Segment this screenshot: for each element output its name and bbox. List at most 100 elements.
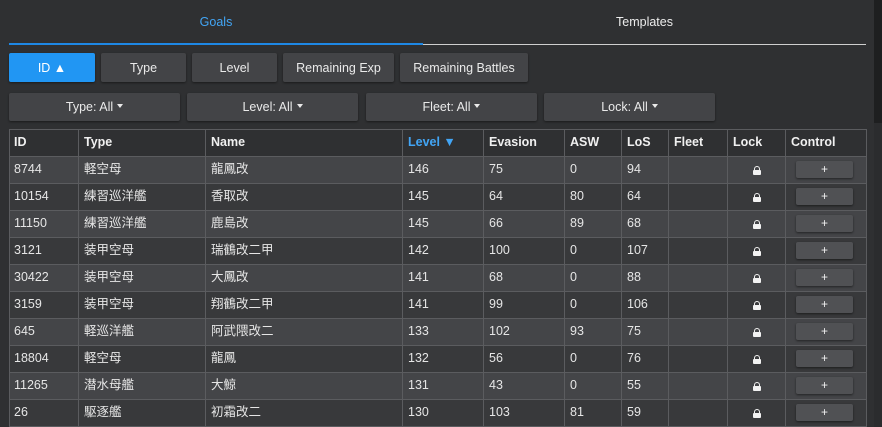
lock-icon bbox=[752, 246, 761, 256]
add-goal-button[interactable]: + bbox=[796, 215, 853, 232]
fleet-filter-dropdown[interactable]: Fleet: All bbox=[366, 93, 537, 121]
type-filter-label: Type: All bbox=[65, 100, 114, 114]
add-goal-button[interactable]: + bbox=[796, 350, 853, 367]
table-row: 11265 潜水母艦 大鯨 131 43 0 55 + bbox=[9, 372, 867, 399]
sort-id-button[interactable]: ID ▲ bbox=[9, 53, 95, 82]
ship-control: + bbox=[785, 264, 867, 291]
col-header-evasion[interactable]: Evasion bbox=[483, 129, 564, 156]
caret-down-icon bbox=[117, 104, 124, 108]
ship-los: 106 bbox=[621, 291, 668, 318]
col-header-id[interactable]: ID bbox=[9, 129, 78, 156]
add-goal-button[interactable]: + bbox=[796, 296, 853, 313]
ship-evasion: 100 bbox=[483, 237, 564, 264]
lock-icon bbox=[752, 408, 761, 418]
ship-asw: 93 bbox=[564, 318, 621, 345]
ship-asw: 0 bbox=[564, 156, 621, 183]
col-header-control[interactable]: Control bbox=[785, 129, 867, 156]
ship-id: 30422 bbox=[14, 270, 49, 284]
ship-id: 645 bbox=[14, 324, 35, 338]
ship-fleet bbox=[668, 156, 727, 183]
scrollbar-thumb[interactable] bbox=[874, 0, 882, 123]
ship-evasion: 66 bbox=[483, 210, 564, 237]
add-goal-button[interactable]: + bbox=[796, 377, 853, 394]
col-header-asw[interactable]: ASW bbox=[564, 129, 621, 156]
ship-evasion: 64 bbox=[483, 183, 564, 210]
ship-fleet bbox=[668, 291, 727, 318]
ship-los: 75 bbox=[621, 318, 668, 345]
ship-control: + bbox=[785, 345, 867, 372]
sort-remaining-battles-button[interactable]: Remaining Battles bbox=[400, 53, 528, 82]
ship-evasion: 43 bbox=[483, 372, 564, 399]
lock-icon bbox=[752, 327, 761, 337]
ship-name: 鹿島改 bbox=[205, 210, 402, 237]
ship-level: 131 bbox=[402, 372, 483, 399]
ship-id: 10154 bbox=[14, 189, 49, 203]
ship-los: 94 bbox=[621, 156, 668, 183]
ship-level: 145 bbox=[402, 183, 483, 210]
add-goal-button[interactable]: + bbox=[796, 161, 853, 178]
ship-control: + bbox=[785, 291, 867, 318]
ship-asw: 81 bbox=[564, 399, 621, 426]
active-tab-indicator bbox=[9, 43, 423, 45]
ship-lock bbox=[727, 237, 785, 264]
ship-asw: 0 bbox=[564, 237, 621, 264]
ship-fleet bbox=[668, 399, 727, 426]
ship-evasion: 75 bbox=[483, 156, 564, 183]
add-goal-button[interactable]: + bbox=[796, 242, 853, 259]
ship-los: 107 bbox=[621, 237, 668, 264]
ship-los: 59 bbox=[621, 399, 668, 426]
sort-remaining-exp-button[interactable]: Remaining Exp bbox=[283, 53, 394, 82]
ship-level: 142 bbox=[402, 237, 483, 264]
ship-type: 軽空母 bbox=[78, 156, 205, 183]
ship-los: 88 bbox=[621, 264, 668, 291]
ship-type: 装甲空母 bbox=[78, 291, 205, 318]
ship-evasion: 56 bbox=[483, 345, 564, 372]
caret-down-icon bbox=[651, 104, 658, 108]
add-goal-button[interactable]: + bbox=[796, 323, 853, 340]
sort-type-button[interactable]: Type bbox=[101, 53, 186, 82]
col-header-level[interactable]: Level ▼ bbox=[402, 129, 483, 156]
add-goal-button[interactable]: + bbox=[796, 404, 853, 421]
table-row: 30422 装甲空母 大鳳改 141 68 0 88 + bbox=[9, 264, 867, 291]
table-row: 3159 装甲空母 翔鶴改二甲 141 99 0 106 + bbox=[9, 291, 867, 318]
type-filter-dropdown[interactable]: Type: All bbox=[9, 93, 180, 121]
table-row: 3121 装甲空母 瑞鶴改二甲 142 100 0 107 + bbox=[9, 237, 867, 264]
lock-icon bbox=[752, 165, 761, 175]
ship-lock bbox=[727, 264, 785, 291]
add-goal-button[interactable]: + bbox=[796, 269, 853, 286]
ship-evasion: 103 bbox=[483, 399, 564, 426]
sort-level-button[interactable]: Level bbox=[192, 53, 277, 82]
ship-type: 練習巡洋艦 bbox=[78, 210, 205, 237]
ship-control: + bbox=[785, 237, 867, 264]
ship-evasion: 102 bbox=[483, 318, 564, 345]
ship-los: 64 bbox=[621, 183, 668, 210]
ship-fleet bbox=[668, 237, 727, 264]
ship-los: 68 bbox=[621, 210, 668, 237]
ship-type: 軽空母 bbox=[78, 345, 205, 372]
ship-asw: 80 bbox=[564, 183, 621, 210]
ship-asw: 0 bbox=[564, 291, 621, 318]
ship-name: 龍鳳改 bbox=[205, 156, 402, 183]
tab-goals[interactable]: Goals bbox=[9, 0, 423, 44]
tab-templates[interactable]: Templates bbox=[423, 0, 866, 44]
tab-bar: Goals Templates bbox=[9, 0, 866, 45]
ship-control: + bbox=[785, 372, 867, 399]
col-header-los[interactable]: LoS bbox=[621, 129, 668, 156]
ship-control: + bbox=[785, 183, 867, 210]
lock-filter-dropdown[interactable]: Lock: All bbox=[544, 93, 715, 121]
level-filter-label: Level: All bbox=[242, 100, 293, 114]
ship-level: 130 bbox=[402, 399, 483, 426]
col-header-lock[interactable]: Lock bbox=[727, 129, 785, 156]
level-filter-dropdown[interactable]: Level: All bbox=[187, 93, 358, 121]
add-goal-button[interactable]: + bbox=[796, 188, 853, 205]
ship-level: 133 bbox=[402, 318, 483, 345]
col-header-type[interactable]: Type bbox=[78, 129, 205, 156]
ship-id: 8744 bbox=[14, 162, 42, 176]
ship-fleet bbox=[668, 210, 727, 237]
ship-name: 大鯨 bbox=[205, 372, 402, 399]
ship-type: 潜水母艦 bbox=[78, 372, 205, 399]
col-header-fleet[interactable]: Fleet bbox=[668, 129, 727, 156]
col-header-name[interactable]: Name bbox=[205, 129, 402, 156]
table-row: 10154 練習巡洋艦 香取改 145 64 80 64 + bbox=[9, 183, 867, 210]
ship-level: 146 bbox=[402, 156, 483, 183]
